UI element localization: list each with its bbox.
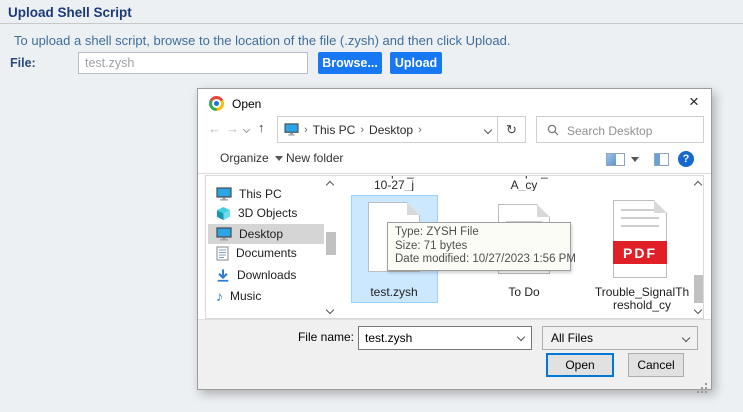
list-scroll-up-icon[interactable] <box>692 179 703 190</box>
refresh-icon[interactable]: ↻ <box>497 116 526 143</box>
file-name-input[interactable] <box>358 326 532 350</box>
up-icon[interactable]: ↑ <box>258 121 265 134</box>
resize-grip[interactable] <box>705 383 707 385</box>
dialog-content-area: This PC 3D Objects Desktop <box>205 175 704 319</box>
dialog-title: Open <box>232 97 261 111</box>
breadcrumb-separator: › <box>304 124 308 136</box>
preview-pane-icon[interactable] <box>654 153 669 166</box>
file-name-label[interactable]: test.zysh <box>334 286 454 299</box>
partial-file-label: test <box>569 176 699 191</box>
sidebar-item-label: Documents <box>236 246 297 260</box>
sidebar-item-downloads[interactable]: Downloads <box>208 265 324 285</box>
forward-icon[interactable]: → <box>226 122 239 135</box>
chevron-down-icon <box>682 334 690 342</box>
change-view-icon[interactable] <box>606 153 625 166</box>
music-icon: ♪ <box>216 289 223 303</box>
sidebar-item-label: 3D Objects <box>238 206 297 220</box>
sidebar-item-documents[interactable]: Documents <box>208 243 324 263</box>
file-type-select[interactable]: All Files <box>542 326 698 350</box>
file-type-value: All Files <box>551 331 593 345</box>
chrome-icon <box>209 96 224 111</box>
upload-instruction: To upload a shell script, browse to the … <box>14 33 510 48</box>
close-icon[interactable]: × <box>679 89 709 115</box>
downloads-icon <box>216 268 230 283</box>
desktop-location-icon <box>284 123 299 136</box>
sidebar-item-label: This PC <box>239 187 282 201</box>
documents-icon <box>216 246 229 261</box>
help-icon[interactable]: ? <box>678 151 694 167</box>
pdf-badge: PDF <box>607 241 673 264</box>
search-icon <box>547 124 559 136</box>
partial-file-label: shellscripts_202210-27_j <box>329 176 459 191</box>
3d-objects-icon <box>216 206 231 221</box>
tooltip-size: Size: 71 bytes <box>395 240 563 254</box>
sidebar-item-3d-objects[interactable]: 3D Objects <box>208 203 324 223</box>
file-name-field-label: File name: <box>286 330 354 344</box>
sidebar-item-this-pc[interactable]: This PC <box>208 184 324 204</box>
toolbar-divider <box>198 173 711 174</box>
browse-button[interactable]: Browse... <box>318 52 382 74</box>
page-fold-icon <box>407 202 420 215</box>
page-fold-icon <box>654 200 667 213</box>
breadcrumb-separator: › <box>360 124 364 136</box>
address-breadcrumb[interactable]: › This PC › Desktop › <box>277 116 498 143</box>
sidebar-item-label: Desktop <box>239 227 283 241</box>
organize-label: Organize <box>220 151 269 165</box>
title-divider <box>0 23 743 24</box>
desktop-icon <box>216 227 232 241</box>
open-button[interactable]: Open <box>546 353 614 377</box>
breadcrumb-separator: › <box>418 124 422 136</box>
list-scrollbar-thumb[interactable] <box>694 275 703 303</box>
sidebar-item-label: Music <box>230 289 261 303</box>
sidebar-scrollbar-thumb[interactable] <box>326 232 336 255</box>
chevron-down-icon <box>275 156 283 161</box>
sidebar-item-music[interactable]: ♪ Music <box>208 286 324 306</box>
file-field-label: File: <box>10 56 36 70</box>
sidebar-scroll-down-icon[interactable] <box>324 304 335 315</box>
search-box[interactable] <box>536 116 704 143</box>
tooltip-type: Type: ZYSH File <box>395 226 563 240</box>
open-file-dialog: Open × ← → ↑ › This PC › Desktop › <box>197 88 712 390</box>
file-name-label[interactable]: To Do <box>464 286 584 299</box>
address-dropdown-icon[interactable] <box>484 125 492 133</box>
upload-button[interactable]: Upload <box>390 52 442 74</box>
page-fold-icon <box>537 204 550 217</box>
search-input[interactable] <box>565 118 697 143</box>
view-dropdown-icon[interactable] <box>631 157 639 162</box>
page-title: Upload Shell Script <box>8 5 132 20</box>
file-info-tooltip: Type: ZYSH File Size: 71 bytes Date modi… <box>387 222 571 271</box>
sidebar-item-desktop[interactable]: Desktop <box>208 224 324 244</box>
tooltip-modified: Date modified: 10/27/2023 1:56 PM <box>395 253 563 267</box>
organize-menu[interactable]: Organize <box>220 151 283 165</box>
this-pc-icon <box>216 187 232 201</box>
cancel-button[interactable]: Cancel <box>628 353 684 377</box>
breadcrumb-desktop[interactable]: Desktop <box>369 123 413 137</box>
back-icon[interactable]: ← <box>208 122 221 135</box>
file-name-label[interactable]: Trouble_SignalThreshold_cy <box>582 286 702 312</box>
list-scroll-down-icon[interactable] <box>692 304 703 315</box>
screen: Upload Shell Script To upload a shell sc… <box>0 0 743 412</box>
breadcrumb-this-pc[interactable]: This PC <box>313 123 356 137</box>
new-folder-label: New folder <box>286 151 343 165</box>
file-path-input[interactable] <box>78 52 308 74</box>
new-folder-button[interactable]: New folder <box>286 151 343 165</box>
recent-locations-icon[interactable] <box>243 126 250 133</box>
sidebar-item-label: Downloads <box>237 268 296 282</box>
